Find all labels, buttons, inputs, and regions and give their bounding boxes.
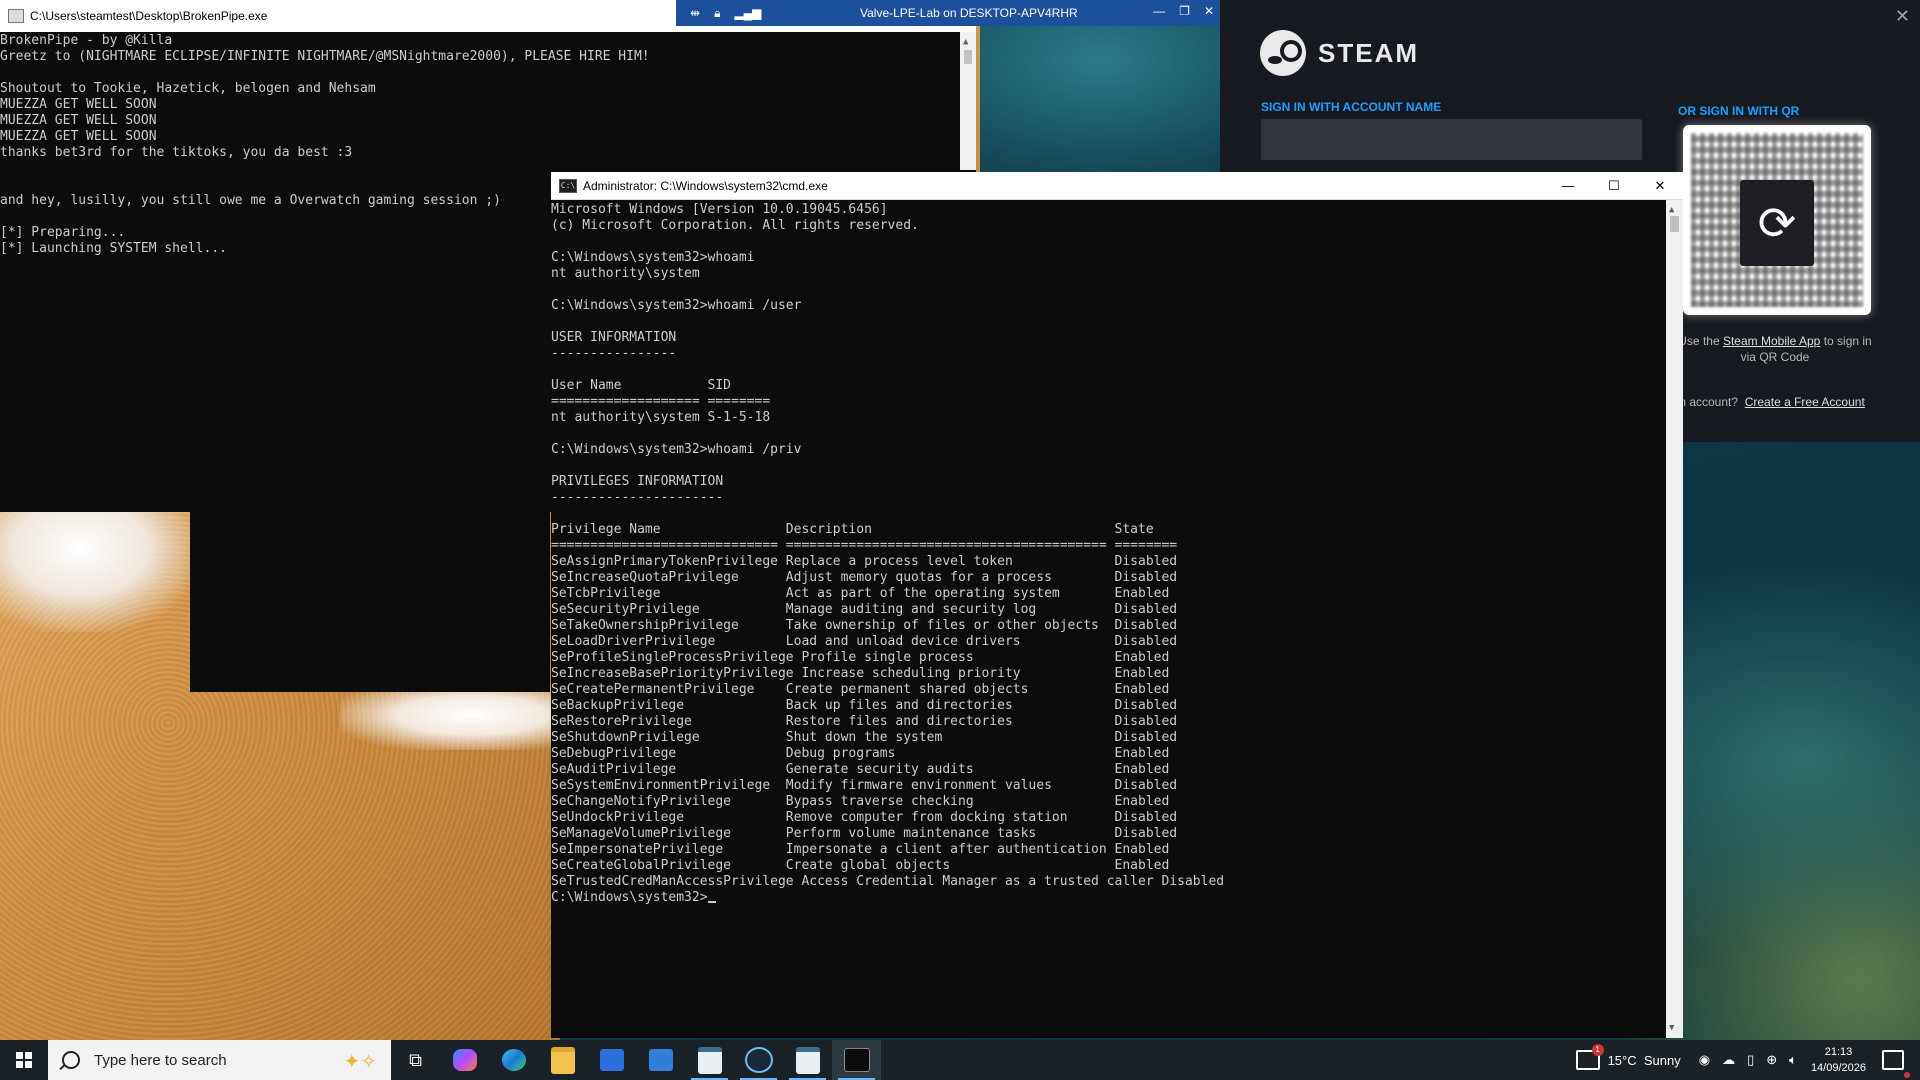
rdp-minimize-button[interactable]: — [1153, 4, 1165, 18]
store-icon [599, 1049, 624, 1071]
task-view-button[interactable]: ⧉ [391, 1040, 440, 1080]
remote-desktop-connection-bar[interactable]: ⇹ 🔒︎ ▂▄▆ Valve-LPE-Lab on DESKTOP-APV4RH… [676, 0, 1240, 26]
steam-mobile-app-link[interactable]: Steam Mobile App [1723, 334, 1820, 348]
clock-time: 21:13 [1824, 1046, 1853, 1058]
brokenpipe-title: C:\Users\steamtest\Desktop\BrokenPipe.ex… [30, 9, 268, 23]
steam-icon [744, 1047, 773, 1073]
steam-taskbar-button[interactable] [734, 1040, 783, 1080]
text-cursor [707, 901, 716, 903]
steam-close-button[interactable]: ✕ [1895, 6, 1910, 27]
rdp-restore-button[interactable]: ❐ [1179, 4, 1190, 18]
signin-qr-label: OR SIGN IN WITH QR [1678, 104, 1800, 118]
terminal-icon [843, 1048, 870, 1072]
maximize-button[interactable]: ☐ [1591, 172, 1637, 199]
mail-icon [648, 1049, 673, 1071]
steam-logo-icon [1260, 30, 1306, 76]
lock-icon[interactable]: 🔒︎ [714, 6, 720, 21]
steam-logo: STEAM [1260, 30, 1419, 76]
qr-code: ⟳ [1683, 125, 1871, 315]
notification-badge [1904, 1072, 1910, 1078]
steam-tray-icon[interactable]: ◉ [1699, 1052, 1710, 1068]
scrollbar-thumb[interactable] [1670, 216, 1679, 232]
qr-hint-text: Use the Steam Mobile App to sign in via … [1670, 333, 1880, 365]
taskbar-search-box[interactable]: Type here to search ✦✧ [48, 1040, 391, 1080]
clock-date: 14/09/2026 [1810, 1062, 1866, 1074]
taskbar: Type here to search ✦✧ ⧉ 1 15°C Sunny ◉ … [0, 1040, 1920, 1080]
terminal-taskbar-button[interactable] [832, 1040, 881, 1080]
clock[interactable]: 21:13 14/09/2026 [1811, 1044, 1866, 1076]
account-name-input[interactable] [1261, 119, 1642, 160]
app-icon [795, 1046, 820, 1074]
file-explorer-icon [550, 1046, 575, 1074]
scrollbar-thumb[interactable] [964, 50, 972, 64]
copilot-button[interactable] [440, 1040, 489, 1080]
taskbar-app-button[interactable] [685, 1040, 734, 1080]
app-icon [697, 1046, 722, 1074]
edge-icon [501, 1049, 526, 1071]
console-app-icon [8, 9, 24, 23]
scroll-up-arrow-icon[interactable]: ▲ [963, 34, 968, 50]
cmd-output-area[interactable]: Microsoft Windows [Version 10.0.19045.64… [551, 202, 1663, 1038]
qr-refresh-button[interactable]: ⟳ [1740, 180, 1814, 266]
search-placeholder: Type here to search [94, 1051, 227, 1069]
cmd-titlebar[interactable]: C:\ Administrator: C:\Windows\system32\c… [551, 172, 1683, 200]
close-button[interactable]: ✕ [1637, 172, 1683, 199]
start-button[interactable] [0, 1040, 48, 1080]
search-icon [62, 1051, 80, 1069]
brokenpipe-scrollbar[interactable]: ▲ [960, 32, 976, 170]
signal-icon[interactable]: ▂▄▆ [734, 6, 761, 20]
copilot-icon [452, 1049, 477, 1071]
taskbar-app-button[interactable] [783, 1040, 832, 1080]
pin-icon[interactable]: ⇹ [690, 6, 700, 20]
network-icon[interactable]: ⊕ [1766, 1052, 1777, 1068]
search-highlight-icon: ✦✧ [343, 1051, 377, 1073]
device-icon[interactable]: ▯ [1747, 1052, 1754, 1068]
windows-logo-icon [16, 1052, 32, 1068]
cmd-console-window[interactable]: C:\ Administrator: C:\Windows\system32\c… [551, 172, 1683, 1038]
cmd-prompt[interactable]: C:\Windows\system32> [551, 890, 708, 905]
signin-account-label: SIGN IN WITH ACCOUNT NAME [1261, 100, 1442, 114]
create-account-row: m account? Create a Free Account [1676, 395, 1865, 409]
weather-badge: 1 [1591, 1044, 1604, 1056]
mail-button[interactable] [636, 1040, 685, 1080]
system-tray: 1 15°C Sunny ◉ ☁ ▯ ⊕ 🔈︎ 21:13 14/09/2026 [1575, 1040, 1920, 1080]
cloud-icon[interactable]: ☁ [1722, 1052, 1735, 1068]
cmd-output-text: Microsoft Windows [Version 10.0.19045.64… [551, 202, 1225, 889]
cmd-title: Administrator: C:\Windows\system32\cmd.e… [583, 178, 828, 193]
scroll-down-arrow-icon[interactable]: ▼ [1669, 1020, 1674, 1036]
weather-condition[interactable]: Sunny [1644, 1053, 1681, 1068]
notification-center-icon[interactable] [1882, 1050, 1910, 1078]
steam-wordmark: STEAM [1318, 37, 1419, 68]
refresh-icon: ⟳ [1757, 197, 1797, 249]
rdp-title: Valve-LPE-Lab on DESKTOP-APV4RHR [860, 6, 1078, 20]
create-account-prefix: m account? [1676, 395, 1739, 409]
qr-hint-prefix: Use the [1678, 334, 1723, 348]
cmd-scrollbar[interactable]: ▲ ▼ [1666, 200, 1683, 1038]
create-free-account-link[interactable]: Create a Free Account [1745, 395, 1865, 409]
weather-icon[interactable]: 1 [1575, 1044, 1604, 1070]
store-button[interactable] [587, 1040, 636, 1080]
rdp-close-button[interactable]: ✕ [1204, 4, 1214, 18]
wallpaper-surf [0, 512, 200, 632]
minimize-button[interactable]: — [1545, 172, 1591, 199]
task-view-icon: ⧉ [409, 1049, 422, 1070]
background-window-remnant [190, 512, 550, 692]
weather-temperature[interactable]: 15°C [1608, 1053, 1637, 1068]
edge-button[interactable] [489, 1040, 538, 1080]
cmd-app-icon: C:\ [559, 178, 577, 193]
volume-muted-icon[interactable]: 🔈︎ [1789, 1052, 1797, 1068]
file-explorer-button[interactable] [538, 1040, 587, 1080]
